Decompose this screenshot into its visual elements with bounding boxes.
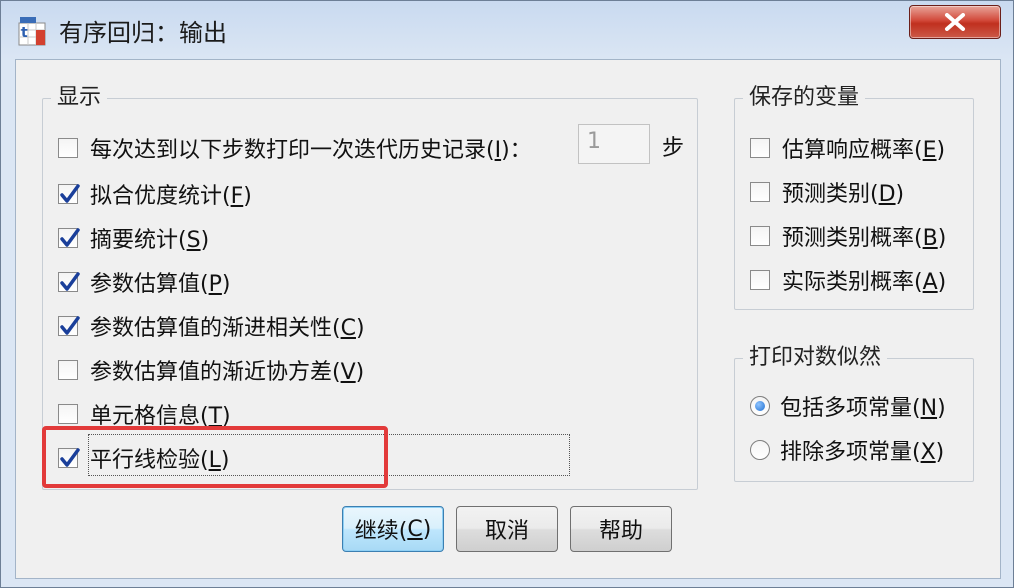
- asymptotic-correlation-checkbox[interactable]: 参数估算值的渐进相关性(C): [58, 310, 365, 342]
- iteration-history-checkbox[interactable]: 每次达到以下步数打印一次迭代历史记录(I)：: [58, 132, 532, 164]
- display-group-legend: 显示: [51, 85, 108, 111]
- dialog-body: 显示 每次达到以下步数打印一次迭代历史记录(I)： 1 步 拟合优度统计(F) 摘…: [15, 59, 1001, 579]
- goodness-of-fit-checkbox-label: 拟合优度统计(F): [90, 184, 252, 209]
- estimated-response-prob-checkbox[interactable]: 估算响应概率(E): [750, 132, 945, 164]
- checkbox-box[interactable]: [58, 228, 80, 248]
- checkbox-box[interactable]: [58, 360, 78, 380]
- dialog-window: t 有序回归：输出 显示 每次达到以下步数打印一次迭代历史记录(I)： 1 步 …: [0, 0, 1014, 588]
- asymptotic-covariance-checkbox[interactable]: 参数估算值的渐近协方差(V): [58, 354, 364, 386]
- checkmark-icon: [60, 184, 80, 203]
- predicted-category-prob-checkbox-label: 预测类别概率(B): [782, 226, 947, 251]
- exclude-multinomial-constant-radio-label: 排除多项常量(X): [780, 440, 945, 465]
- checkmark-icon: [60, 316, 80, 335]
- include-multinomial-constant-radio-label: 包括多项常量(N): [780, 396, 946, 421]
- goodness-of-fit-checkbox[interactable]: 拟合优度统计(F): [58, 178, 252, 210]
- window-title: 有序回归：输出: [59, 19, 227, 47]
- checkbox-box[interactable]: [750, 138, 770, 158]
- radio-circle[interactable]: [750, 396, 770, 416]
- cancel-button[interactable]: 取消: [456, 506, 558, 552]
- continue-button[interactable]: 继续(C): [342, 506, 444, 552]
- predicted-category-checkbox[interactable]: 预测类别(D): [750, 176, 904, 208]
- iteration-history-label: 每次达到以下步数打印一次迭代历史记录(I)：: [90, 138, 532, 163]
- svg-text:t: t: [21, 25, 28, 41]
- parameter-estimates-checkbox[interactable]: 参数估算值(P): [58, 266, 230, 298]
- asymptotic-covariance-checkbox-label: 参数估算值的渐近协方差(V): [90, 360, 365, 385]
- log-likelihood-legend: 打印对数似然: [743, 345, 888, 371]
- asymptotic-correlation-checkbox-label: 参数估算值的渐进相关性(C): [90, 316, 365, 341]
- title-bar: t 有序回归：输出: [1, 1, 1013, 59]
- checkbox-box[interactable]: [58, 184, 80, 204]
- checkbox-box[interactable]: [750, 226, 770, 246]
- exclude-multinomial-constant-radio[interactable]: 排除多项常量(X): [750, 434, 944, 466]
- checkmark-icon: [60, 272, 80, 291]
- checkbox-box[interactable]: [750, 182, 770, 202]
- summary-stats-checkbox-label: 摘要统计(S): [90, 228, 210, 253]
- predicted-category-checkbox-label: 预测类别(D): [782, 182, 905, 207]
- checkbox-box[interactable]: [58, 138, 78, 158]
- predicted-category-prob-checkbox[interactable]: 预测类别概率(B): [750, 220, 946, 252]
- summary-stats-checkbox[interactable]: 摘要统计(S): [58, 222, 209, 254]
- iteration-steps-input[interactable]: 1: [578, 124, 650, 164]
- include-multinomial-constant-radio[interactable]: 包括多项常量(N): [750, 390, 946, 422]
- actual-category-prob-checkbox[interactable]: 实际类别概率(A): [750, 264, 946, 296]
- saved-variables-legend: 保存的变量: [743, 85, 866, 111]
- spss-app-icon: t: [18, 17, 46, 46]
- highlight-annotation: [42, 426, 388, 488]
- steps-unit-label: 步: [662, 136, 685, 161]
- radio-circle[interactable]: [750, 440, 770, 460]
- radio-selected-dot: [755, 401, 765, 411]
- parameter-estimates-checkbox-label: 参数估算值(P): [90, 272, 231, 297]
- checkmark-icon: [60, 228, 80, 247]
- close-icon: [945, 13, 965, 31]
- checkbox-box[interactable]: [750, 270, 770, 290]
- help-button[interactable]: 帮助: [570, 506, 672, 552]
- close-button[interactable]: [909, 5, 1001, 39]
- checkbox-box[interactable]: [58, 272, 80, 292]
- actual-category-prob-checkbox-label: 实际类别概率(A): [782, 270, 947, 295]
- estimated-response-prob-checkbox-label: 估算响应概率(E): [782, 138, 946, 163]
- checkbox-box[interactable]: [58, 316, 80, 336]
- checkbox-box[interactable]: [58, 404, 78, 424]
